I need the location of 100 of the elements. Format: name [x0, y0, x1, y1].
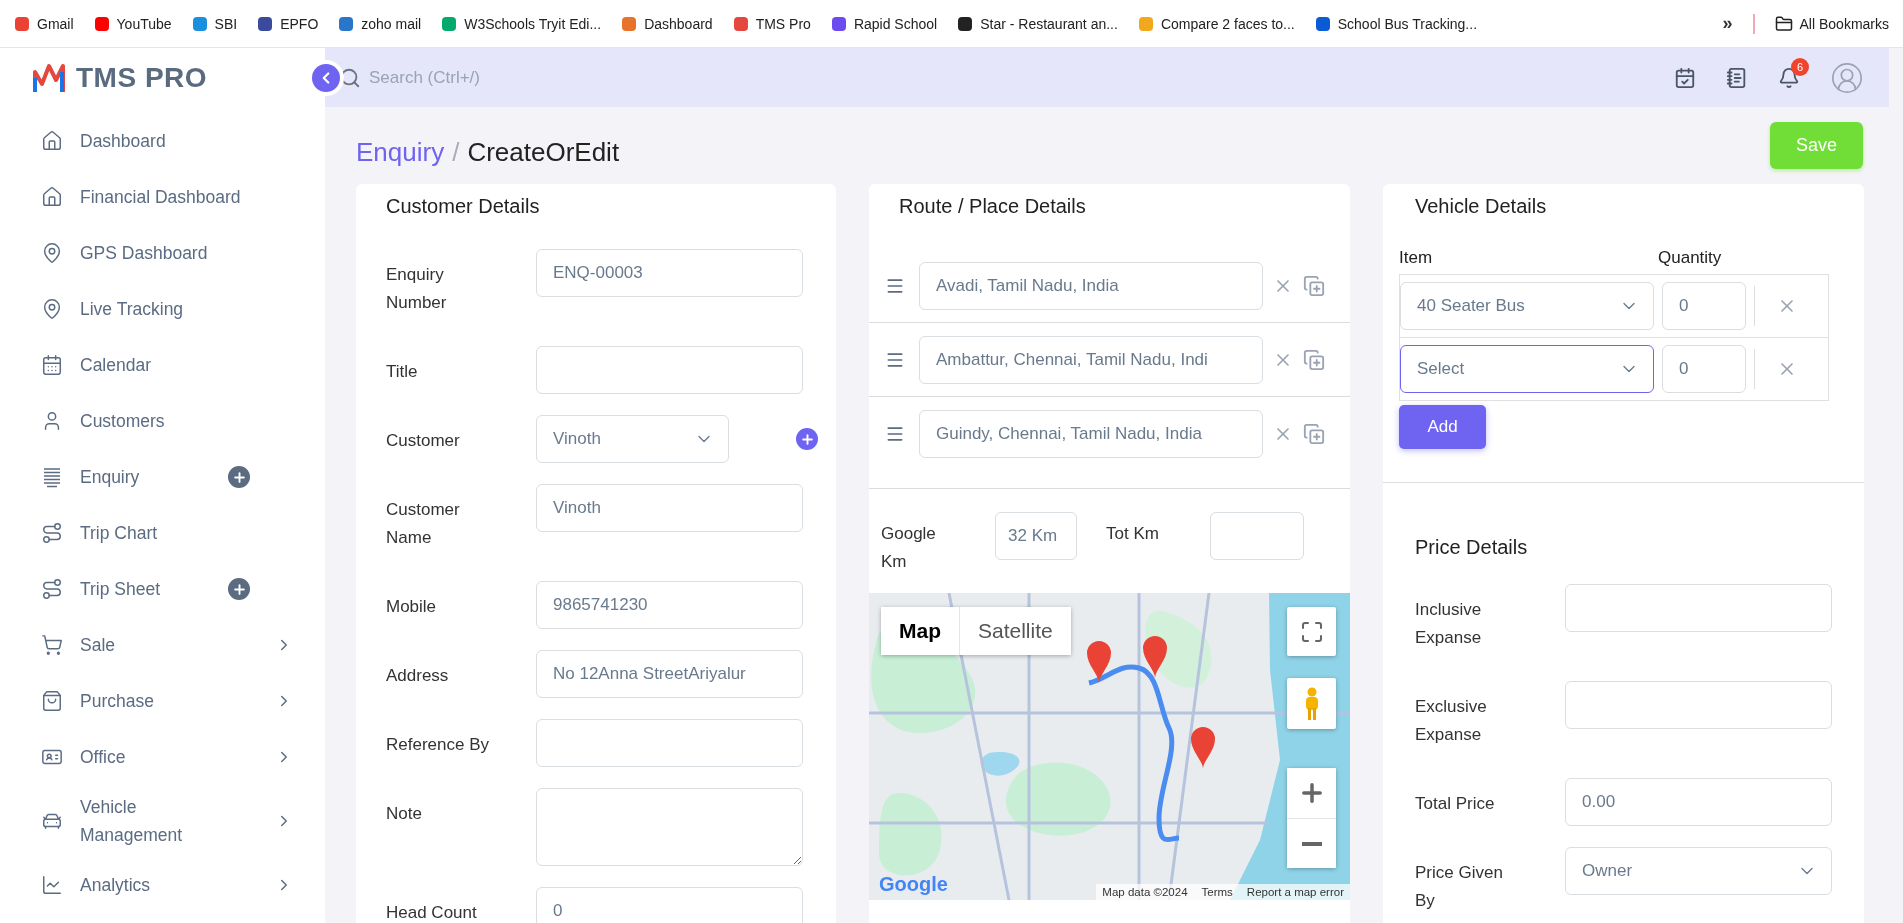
sidebar-item[interactable]: Customers — [0, 393, 325, 449]
bookmark-link[interactable]: School Bus Tracking... — [1314, 15, 1478, 32]
bookmark-link[interactable]: Compare 2 faces to... — [1137, 15, 1295, 32]
field-label: Total Price — [1415, 793, 1496, 815]
sidebar-item[interactable]: Live Tracking — [0, 281, 325, 337]
place-field[interactable]: Guindy, Chennai, Tamil Nadu, India — [919, 410, 1263, 458]
note-field[interactable] — [536, 788, 803, 866]
input-field[interactable]: 32 Km — [995, 512, 1077, 560]
minus-icon — [1301, 841, 1322, 846]
input-field[interactable]: 0 — [536, 887, 803, 923]
drag-handle-icon[interactable] — [885, 350, 905, 370]
sidebar-item[interactable]: Analytics — [0, 857, 325, 913]
more-bookmarks-button[interactable]: » — [1722, 13, 1733, 34]
add-icon[interactable] — [228, 578, 250, 600]
plus-icon — [799, 431, 815, 447]
bookmark-link[interactable]: SBI — [191, 15, 238, 32]
select-field[interactable]: Vinoth — [536, 415, 729, 463]
field-label: Exclusive Expanse — [1415, 696, 1488, 746]
place-field[interactable]: Avadi, Tamil Nadu, India — [919, 262, 1263, 310]
input-field[interactable] — [536, 719, 803, 767]
quantity-field[interactable]: 0 — [1662, 345, 1746, 393]
drag-handle-icon[interactable] — [885, 276, 905, 296]
field-label: Address — [386, 665, 450, 687]
field-label: Customer — [386, 430, 461, 452]
select-field[interactable]: Select — [1400, 345, 1654, 393]
sidebar-item[interactable]: GPS Dashboard — [0, 225, 325, 281]
drag-handle-icon[interactable] — [885, 424, 905, 444]
copy-plus-icon[interactable] — [1303, 275, 1325, 297]
cart-icon — [41, 634, 63, 656]
add-customer-button[interactable] — [796, 428, 818, 450]
sidebar-item[interactable]: Office — [0, 729, 325, 785]
add-icon[interactable] — [228, 466, 250, 488]
sidebar-item[interactable]: Trip Sheet — [0, 561, 325, 617]
notebook-icon[interactable] — [1726, 66, 1748, 89]
copy-plus-icon[interactable] — [1303, 349, 1325, 371]
input-field[interactable] — [1210, 512, 1304, 560]
zoom-out-button[interactable] — [1287, 818, 1336, 868]
input-field[interactable]: Vinoth — [536, 484, 803, 532]
select-field[interactable]: Owner — [1565, 847, 1832, 895]
sidebar-item[interactable]: Calendar — [0, 337, 325, 393]
input-field[interactable] — [1565, 681, 1832, 729]
input-field[interactable]: ENQ-00003 — [536, 249, 803, 297]
breadcrumb-link[interactable]: Enquiry — [356, 137, 445, 168]
bookmark-link[interactable]: Star - Restaurant an... — [957, 15, 1118, 32]
sidebar-item[interactable]: Dashboard — [0, 113, 325, 169]
input-field[interactable] — [536, 346, 803, 394]
breadcrumb-separator: / — [452, 137, 460, 168]
field-label: Customer Name — [386, 499, 461, 549]
brand-name: TMS PRO — [76, 61, 208, 94]
sidebar-item[interactable]: Enquiry — [0, 449, 325, 505]
bookmark-link[interactable]: Gmail — [14, 15, 74, 32]
bookmark-link[interactable]: Dashboard — [621, 15, 713, 32]
avatar-icon[interactable] — [1830, 60, 1864, 95]
map-pin-icon — [41, 298, 63, 320]
field-label: Note — [386, 803, 423, 825]
sidebar-item[interactable]: Sale — [0, 617, 325, 673]
card-title: Vehicle Details — [1414, 194, 1548, 218]
field-label: Head Count — [386, 902, 478, 923]
line-chart-icon — [41, 874, 63, 896]
pegman-button[interactable] — [1287, 678, 1336, 729]
quantity-field[interactable]: 0 — [1662, 282, 1746, 330]
bookmark-link[interactable]: EPFO — [257, 15, 319, 32]
card-title: Price Details — [1414, 535, 1529, 559]
field-label: Inclusive Expanse — [1415, 599, 1483, 649]
card-title: Route / Place Details — [898, 194, 1087, 218]
input-field[interactable]: 9865741230 — [536, 581, 803, 629]
map-type-button[interactable]: Map — [881, 607, 959, 655]
bag-icon — [41, 690, 63, 712]
field-label: Tot Km — [1106, 523, 1160, 545]
bookmark-link[interactable]: W3Schools Tryit Edi... — [441, 15, 602, 32]
input-field[interactable]: 0.00 — [1565, 778, 1832, 826]
place-field[interactable]: Ambattur, Chennai, Tamil Nadu, Indi — [919, 336, 1263, 384]
add-button[interactable]: Add — [1399, 405, 1486, 449]
calendar-icon — [41, 354, 63, 376]
sidebar-item[interactable]: Financial Dashboard — [0, 169, 325, 225]
bookmark-link[interactable]: YouTube — [93, 15, 172, 32]
calendar-icon[interactable] — [1674, 66, 1696, 89]
search-field[interactable]: Search (Ctrl+/) — [367, 66, 667, 89]
sidebar-item[interactable]: Purchase — [0, 673, 325, 729]
copy-plus-icon[interactable] — [1303, 423, 1325, 445]
all-bookmarks-link[interactable]: All Bookmarks — [1774, 14, 1889, 33]
field-label: Mobile — [386, 596, 438, 618]
map-type-button[interactable]: Satellite — [959, 607, 1071, 655]
home-icon — [41, 186, 63, 208]
bookmark-link[interactable]: TMS Pro — [732, 15, 811, 32]
column-header: Quantity — [1658, 248, 1723, 269]
select-field[interactable]: 40 Seater Bus — [1400, 282, 1654, 330]
map-pin-icon — [41, 242, 63, 264]
sidebar-item[interactable]: Trip Chart — [0, 505, 325, 561]
field-label: Title — [386, 361, 419, 383]
fullscreen-button[interactable] — [1287, 607, 1336, 656]
sidebar-item[interactable]: Vehicle Management — [0, 785, 325, 857]
report-link[interactable]: Report a map error — [1246, 886, 1344, 898]
input-field[interactable]: No 12Anna StreetAriyalur — [536, 650, 803, 698]
collapse-button[interactable] — [312, 64, 340, 92]
bookmark-link[interactable]: Rapid School — [830, 15, 938, 32]
input-field[interactable] — [1565, 584, 1832, 632]
bookmark-link[interactable]: zoho mail — [338, 15, 422, 32]
zoom-in-button[interactable] — [1287, 768, 1336, 818]
terms-link[interactable]: Terms — [1201, 886, 1233, 898]
